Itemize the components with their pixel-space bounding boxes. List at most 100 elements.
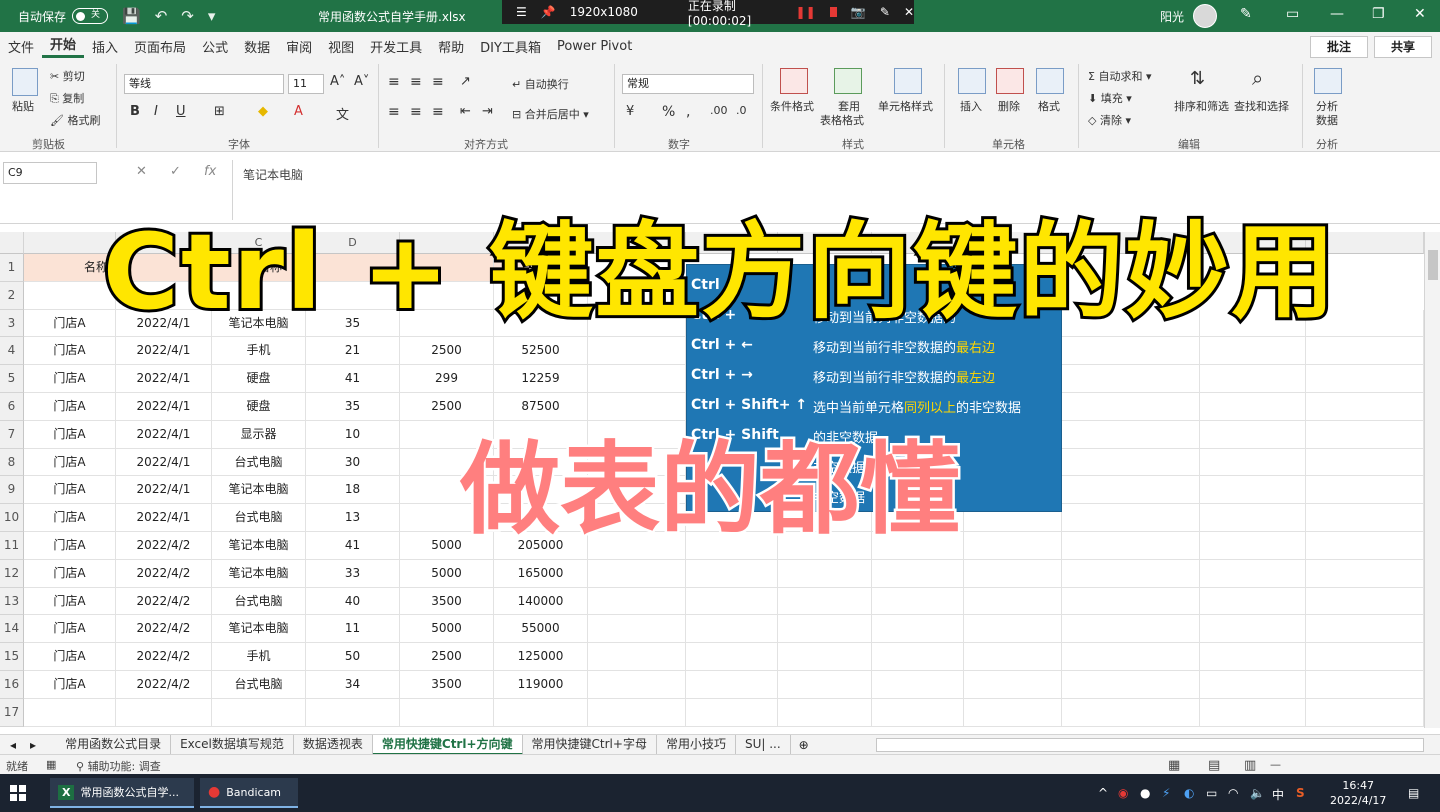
grid-cell[interactable]: 165000 [494,559,588,588]
sheet-tab[interactable]: 常用函数公式目录 [56,734,172,755]
grid-cell[interactable] [1200,559,1306,588]
phonetic-icon[interactable]: 文 [336,104,349,123]
grid-cell[interactable]: 140000 [494,587,588,616]
grid-cell[interactable] [1200,448,1306,477]
grid-cell[interactable]: 门店A [24,532,116,560]
grid-cell[interactable]: 125000 [494,643,588,671]
grid-cell[interactable] [1200,504,1306,532]
grid-cell[interactable]: 笔记本电脑 [212,476,306,505]
ribbon-tab[interactable]: 公式 [194,37,236,56]
fill-button[interactable]: ⬇ 填充 ▾ [1088,90,1132,106]
grid-cell[interactable] [1062,559,1200,588]
grid-cell[interactable]: 3500 [400,671,494,699]
align-top-icon[interactable]: ≡ [388,74,400,90]
increase-indent-icon[interactable]: ⇥ [482,104,493,119]
grid-cell[interactable] [686,615,778,644]
grid-cell[interactable] [1062,504,1200,532]
percent-icon[interactable]: % [662,104,675,120]
currency-icon[interactable]: ¥ [626,104,634,119]
customize-qat-icon[interactable]: ▾ [208,7,216,25]
sheet-tab[interactable]: Excel数据填写规范 [171,734,294,755]
conditional-format-button[interactable]: 条件格式 [770,98,814,114]
grid-cell[interactable]: 18 [306,476,400,505]
grid-cell[interactable] [1200,532,1306,560]
grid-cell[interactable] [686,698,778,727]
grid-cell[interactable] [1306,365,1424,393]
decrease-indent-icon[interactable]: ⇤ [460,104,471,119]
tray-wifi-icon[interactable]: ◠ [1228,786,1238,800]
pin-icon[interactable]: 📌 [541,5,556,19]
delete-cells-icon[interactable] [996,68,1024,94]
row-header[interactable]: 6 [0,393,24,421]
format-cells-button[interactable]: 格式 [1038,98,1060,114]
grid-cell[interactable] [588,615,686,644]
grid-cell[interactable]: 52500 [494,337,588,366]
cut-button[interactable]: ✂ 剪切 [50,68,85,84]
grid-cell[interactable] [588,698,686,727]
grid-cell[interactable] [686,643,778,671]
grid-cell[interactable] [1306,420,1424,449]
insert-cells-icon[interactable] [958,68,986,94]
grid-cell[interactable] [1062,698,1200,727]
grid-cell[interactable] [1200,393,1306,421]
grid-cell[interactable]: 2022/4/1 [116,448,212,477]
ribbon-tab[interactable]: 开始 [42,34,85,58]
grid-cell[interactable]: 笔记本电脑 [212,532,306,560]
ribbon-tab[interactable]: 帮助 [430,37,472,56]
zoom-out-icon[interactable]: — [1270,758,1281,771]
grid-cell[interactable] [588,587,686,616]
increase-decimal-icon[interactable]: .00 [710,104,728,117]
grid-cell[interactable]: 门店A [24,643,116,671]
decrease-font-icon[interactable]: A˅ [354,74,369,89]
accessibility-status[interactable]: ⚲ 辅助功能: 调查 [76,758,161,774]
number-format-select[interactable]: 常规 [622,74,754,94]
grid-cell[interactable] [588,671,686,699]
tray-edge-icon[interactable]: ◐ [1184,786,1194,800]
prev-sheet-icon[interactable]: ◂ [0,738,26,752]
grid-cell[interactable] [1200,365,1306,393]
grid-cell[interactable] [1062,365,1200,393]
grid-cell[interactable]: 50 [306,643,400,671]
grid-cell[interactable]: 35 [306,393,400,421]
row-header[interactable]: 10 [0,504,24,532]
grid-cell[interactable]: 门店A [24,504,116,532]
row-header[interactable]: 15 [0,643,24,671]
wrap-text-button[interactable]: ↵ 自动换行 [512,76,569,92]
grid-cell[interactable]: 2022/4/2 [116,643,212,671]
underline-icon[interactable]: U [176,104,186,119]
grid-cell[interactable]: 门店A [24,393,116,421]
camera-icon[interactable]: 📷 [851,5,866,19]
normal-view-icon[interactable]: ▦ [1168,758,1180,773]
ribbon-tab[interactable]: 视图 [320,37,362,56]
taskbar-clock[interactable]: 16:47 2022/4/17 [1330,778,1386,808]
row-header[interactable]: 17 [0,698,24,727]
grid-cell[interactable] [1062,671,1200,699]
grid-cell[interactable] [306,698,400,727]
grid-cell[interactable]: 13 [306,504,400,532]
grid-cell[interactable]: 2022/4/1 [116,393,212,421]
grid-cell[interactable]: 2500 [400,337,494,366]
grid-cell[interactable] [1306,504,1424,532]
next-sheet-icon[interactable]: ▸ [26,738,56,752]
grid-cell[interactable] [872,671,964,699]
grid-cell[interactable] [778,671,872,699]
grid-cell[interactable] [1062,615,1200,644]
row-header[interactable]: 8 [0,448,24,477]
restore-icon[interactable]: ❐ [1372,6,1385,22]
border-icon[interactable]: ⊞ [214,104,225,119]
grid-cell[interactable] [1306,532,1424,560]
redo-icon[interactable]: ↷ [181,7,194,25]
save-icon[interactable]: 💾 [122,7,141,25]
row-header[interactable]: 14 [0,615,24,644]
grid-cell[interactable] [1062,587,1200,616]
menu-icon[interactable]: ☰ [516,5,527,19]
minimize-icon[interactable]: — [1330,6,1344,22]
grid-cell[interactable] [964,698,1062,727]
row-header[interactable]: 11 [0,532,24,560]
grid-cell[interactable]: 21 [306,337,400,366]
sort-filter-icon[interactable]: ⇅ [1190,68,1205,89]
scroll-thumb[interactable] [1428,250,1438,280]
grid-cell[interactable] [1306,559,1424,588]
format-painter-button[interactable]: 🖌 格式刷 [50,112,100,128]
page-break-icon[interactable]: ▥ [1244,758,1256,773]
